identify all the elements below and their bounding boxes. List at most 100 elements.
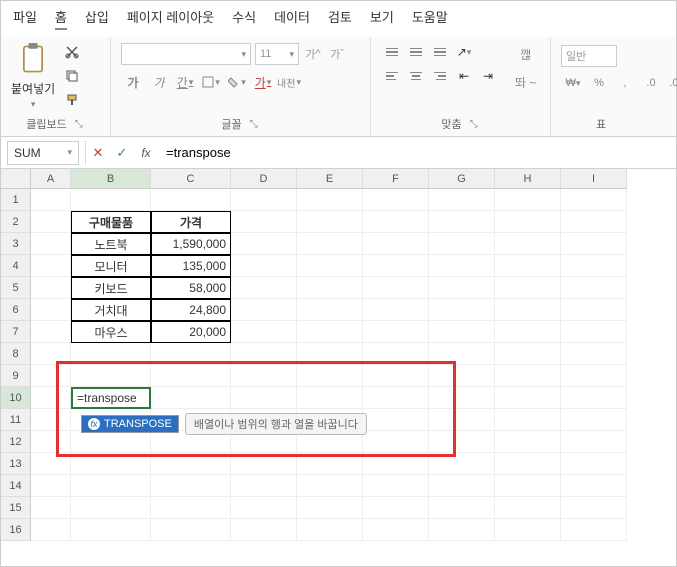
cell-C16[interactable] — [151, 519, 231, 541]
format-painter-icon[interactable] — [63, 91, 81, 109]
row-header-2[interactable]: 2 — [1, 211, 31, 233]
cell-B14[interactable] — [71, 475, 151, 497]
cell-H5[interactable] — [495, 277, 561, 299]
cell-A12[interactable] — [31, 431, 71, 453]
font-color-button[interactable]: 가▾ — [251, 71, 275, 93]
cell-H10[interactable] — [495, 387, 561, 409]
cell-G15[interactable] — [429, 497, 495, 519]
row-header-8[interactable]: 8 — [1, 343, 31, 365]
cell-F9[interactable] — [363, 365, 429, 387]
col-header-h[interactable]: H — [495, 169, 561, 189]
cell-E9[interactable] — [297, 365, 363, 387]
row-header-1[interactable]: 1 — [1, 189, 31, 211]
decrease-font-button[interactable]: 가ˇ — [327, 43, 347, 65]
cell-B10[interactable]: =transpose — [71, 387, 151, 409]
paste-button[interactable]: 붙여넣기 ▾ — [11, 43, 55, 110]
row-header-15[interactable]: 15 — [1, 497, 31, 519]
cell-D1[interactable] — [231, 189, 297, 211]
cell-A3[interactable] — [31, 233, 71, 255]
bold-button[interactable]: 가 — [121, 71, 145, 93]
menu-help[interactable]: 도움말 — [412, 7, 448, 30]
cell-H15[interactable] — [495, 497, 561, 519]
cell-H3[interactable] — [495, 233, 561, 255]
border-button[interactable]: ▾ — [199, 71, 223, 93]
formula-input[interactable] — [166, 141, 668, 165]
indent-decrease-button[interactable]: ⇤ — [453, 67, 475, 85]
cell-F14[interactable] — [363, 475, 429, 497]
cell-I1[interactable] — [561, 189, 627, 211]
cell-C3[interactable]: 1,590,000 — [151, 233, 231, 255]
row-header-12[interactable]: 12 — [1, 431, 31, 453]
cell-E8[interactable] — [297, 343, 363, 365]
confirm-edit-button[interactable]: ✓ — [110, 141, 134, 165]
col-header-i[interactable]: I — [561, 169, 627, 189]
cell-A8[interactable] — [31, 343, 71, 365]
cell-H4[interactable] — [495, 255, 561, 277]
cell-E14[interactable] — [297, 475, 363, 497]
cell-I6[interactable] — [561, 299, 627, 321]
cell-G16[interactable] — [429, 519, 495, 541]
cell-H7[interactable] — [495, 321, 561, 343]
cell-I11[interactable] — [561, 409, 627, 431]
cell-I4[interactable] — [561, 255, 627, 277]
cell-I8[interactable] — [561, 343, 627, 365]
cell-I10[interactable] — [561, 387, 627, 409]
cell-E3[interactable] — [297, 233, 363, 255]
cell-B5[interactable]: 키보드 — [71, 277, 151, 299]
cell-G4[interactable] — [429, 255, 495, 277]
row-header-14[interactable]: 14 — [1, 475, 31, 497]
decrease-decimal-button[interactable]: .00 — [665, 73, 677, 93]
col-header-e[interactable]: E — [297, 169, 363, 189]
cell-F7[interactable] — [363, 321, 429, 343]
cell-F16[interactable] — [363, 519, 429, 541]
cell-E16[interactable] — [297, 519, 363, 541]
cell-A7[interactable] — [31, 321, 71, 343]
align-right-button[interactable] — [429, 67, 451, 85]
menu-insert[interactable]: 삽입 — [85, 7, 109, 30]
cut-icon[interactable] — [63, 43, 81, 61]
col-header-c[interactable]: C — [151, 169, 231, 189]
cell-H9[interactable] — [495, 365, 561, 387]
align-bottom-button[interactable] — [429, 43, 451, 61]
align-middle-button[interactable] — [405, 43, 427, 61]
row-header-16[interactable]: 16 — [1, 519, 31, 541]
clipboard-dialog-launcher[interactable]: ⤡ — [73, 119, 85, 130]
cell-F5[interactable] — [363, 277, 429, 299]
cell-C15[interactable] — [151, 497, 231, 519]
cell-I12[interactable] — [561, 431, 627, 453]
name-box[interactable]: SUM▾ — [7, 141, 79, 165]
cell-D16[interactable] — [231, 519, 297, 541]
cell-E1[interactable] — [297, 189, 363, 211]
font-family-select[interactable]: ▾ — [121, 43, 251, 65]
cell-E15[interactable] — [297, 497, 363, 519]
cell-A5[interactable] — [31, 277, 71, 299]
cell-D8[interactable] — [231, 343, 297, 365]
font-size-select[interactable]: 11▾ — [255, 43, 299, 65]
cell-E10[interactable] — [297, 387, 363, 409]
cell-I7[interactable] — [561, 321, 627, 343]
cell-E2[interactable] — [297, 211, 363, 233]
font-dialog-launcher[interactable]: ⤡ — [248, 119, 260, 130]
cell-E6[interactable] — [297, 299, 363, 321]
cell-H16[interactable] — [495, 519, 561, 541]
cell-D9[interactable] — [231, 365, 297, 387]
cell-A13[interactable] — [31, 453, 71, 475]
cell-B7[interactable]: 마우스 — [71, 321, 151, 343]
cell-E13[interactable] — [297, 453, 363, 475]
cell-F3[interactable] — [363, 233, 429, 255]
cell-H14[interactable] — [495, 475, 561, 497]
col-header-d[interactable]: D — [231, 169, 297, 189]
cell-G12[interactable] — [429, 431, 495, 453]
cell-D6[interactable] — [231, 299, 297, 321]
cell-C7[interactable]: 20,000 — [151, 321, 231, 343]
merge-button[interactable]: 똬 ~ — [515, 71, 536, 93]
cell-C4[interactable]: 135,000 — [151, 255, 231, 277]
cell-G11[interactable] — [429, 409, 495, 431]
cell-H12[interactable] — [495, 431, 561, 453]
cell-A15[interactable] — [31, 497, 71, 519]
cell-C8[interactable] — [151, 343, 231, 365]
orientation-button[interactable]: ↗▾ — [453, 43, 475, 61]
row-header-9[interactable]: 9 — [1, 365, 31, 387]
currency-button[interactable]: ₩▾ — [561, 73, 585, 93]
increase-decimal-button[interactable]: .0 — [639, 73, 663, 93]
